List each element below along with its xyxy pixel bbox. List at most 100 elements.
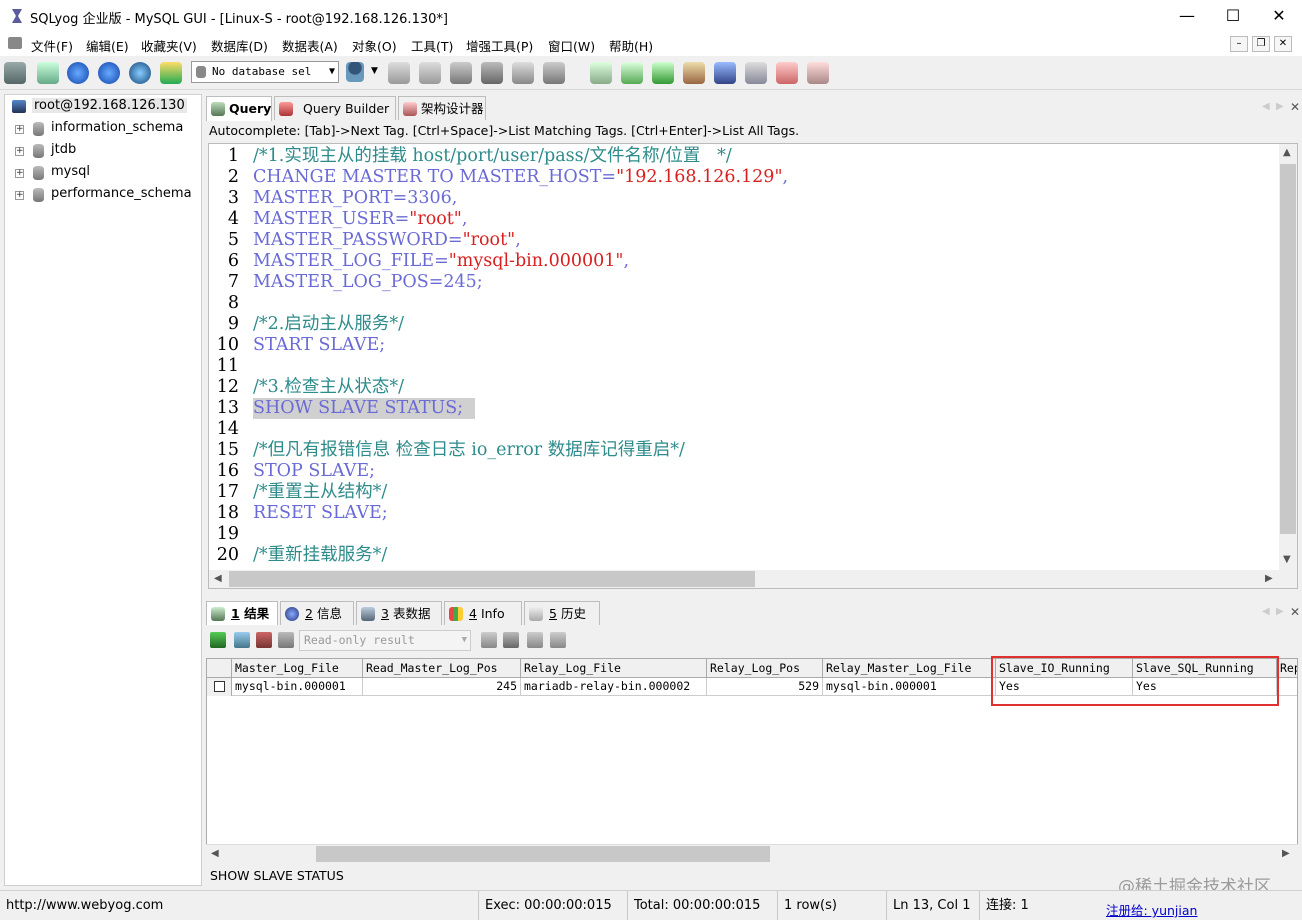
execute-query-icon[interactable]	[67, 62, 89, 84]
table-cell[interactable]: 529	[707, 678, 823, 696]
tree-root-connection[interactable]: root@192.168.126.130	[32, 98, 187, 113]
schema-icon[interactable]	[160, 62, 182, 84]
tab-query-builder[interactable]: Query Builder	[274, 96, 396, 120]
tab-info[interactable]: 4 Info	[444, 601, 522, 625]
database-select[interactable]: No database sel ▼	[191, 61, 339, 83]
mdi-minimize-button[interactable]: –	[1230, 36, 1248, 52]
designer-icon[interactable]	[807, 62, 829, 84]
table-cell[interactable]: 245	[363, 678, 521, 696]
result-mode-select[interactable]: Read-only result ▼	[299, 630, 471, 651]
tree-db-performance-schema[interactable]: performance_schema	[51, 186, 192, 201]
tab-schema-designer[interactable]: 架构设计器	[398, 96, 486, 120]
registered-to-link[interactable]: 注册给: yunjian	[1106, 900, 1197, 919]
delete-row-icon[interactable]	[527, 632, 543, 648]
menu-database[interactable]: 数据库(D)	[211, 36, 268, 55]
tab-scroll-right-icon[interactable]: ▶	[1276, 101, 1284, 112]
backup-icon[interactable]	[450, 62, 472, 84]
tree-db-information-schema[interactable]: information_schema	[51, 120, 183, 135]
scroll-up-icon[interactable]: ▲	[1283, 147, 1291, 158]
column-header[interactable]: Rep	[1277, 659, 1297, 678]
tree-db-jtdb[interactable]: jtdb	[51, 142, 76, 157]
maximize-button[interactable]: ☐	[1210, 0, 1256, 32]
copy-result-icon[interactable]	[234, 632, 250, 648]
table-cell[interactable]: mysql-bin.000001	[232, 678, 363, 696]
scroll-down-icon[interactable]: ▼	[1283, 554, 1291, 565]
tab-scroll-left-icon[interactable]: ◀	[1262, 101, 1270, 112]
scheduler-icon[interactable]	[714, 62, 736, 84]
menu-window[interactable]: 窗口(W)	[548, 36, 595, 55]
table-icon[interactable]	[481, 62, 503, 84]
notification-icon[interactable]	[745, 62, 767, 84]
excel-export-icon[interactable]	[256, 632, 272, 648]
column-header[interactable]: Relay_Log_Pos	[707, 659, 823, 678]
menu-power-tools[interactable]: 增强工具(P)	[466, 36, 533, 55]
menu-file[interactable]: 文件(F)	[31, 36, 73, 55]
tab-messages[interactable]: 2 信息	[280, 601, 354, 625]
export-result-icon[interactable]	[210, 632, 226, 648]
db-sync-icon[interactable]	[621, 62, 643, 84]
grid-icon[interactable]	[512, 62, 534, 84]
pane-splitter[interactable]	[204, 591, 1300, 599]
column-header[interactable]: Master_Log_File	[232, 659, 363, 678]
tab-close-icon[interactable]: ✕	[1290, 100, 1300, 114]
scroll-thumb[interactable]	[229, 571, 755, 587]
user-manager-icon[interactable]	[346, 62, 364, 82]
scroll-thumb[interactable]	[1280, 164, 1296, 534]
table-cell[interactable]: mysql-bin.000001	[823, 678, 996, 696]
scroll-right-icon[interactable]: ▶	[1265, 573, 1273, 584]
scroll-left-icon[interactable]: ◀	[214, 573, 222, 584]
tab-table-data[interactable]: 3 表数据	[356, 601, 442, 625]
close-button[interactable]: ✕	[1256, 0, 1302, 32]
mdi-restore-button[interactable]: ❐	[1252, 36, 1270, 52]
sql-editor[interactable]: 1 /*1.实现主从的挂载 host/port/user/pass/文件名称/位置…	[208, 143, 1298, 589]
tab-history[interactable]: 5 历史	[524, 601, 600, 625]
create-db-icon[interactable]	[388, 62, 410, 84]
tab-scroll-left-icon[interactable]: ◀	[1262, 606, 1270, 617]
tab-result[interactable]: 1 结果	[206, 601, 278, 625]
report-icon[interactable]	[776, 62, 798, 84]
table-cell[interactable]	[1277, 678, 1297, 696]
new-query-icon[interactable]	[37, 62, 59, 84]
expand-icon[interactable]: +	[15, 169, 24, 178]
tree-db-mysql[interactable]: mysql	[51, 164, 90, 179]
refresh-icon[interactable]	[129, 62, 151, 84]
minimize-button[interactable]: —	[1164, 0, 1210, 32]
new-connection-icon[interactable]	[4, 62, 26, 84]
cancel-changes-icon[interactable]	[550, 632, 566, 648]
mdi-close-button[interactable]: ✕	[1274, 36, 1292, 52]
doc-icon[interactable]	[8, 37, 22, 49]
export-icon[interactable]	[543, 62, 565, 84]
column-header[interactable]: Relay_Master_Log_File	[823, 659, 996, 678]
editor-horizontal-scrollbar[interactable]: ◀ ▶	[209, 570, 1297, 588]
editor-vertical-scrollbar[interactable]: ▲ ▼	[1279, 144, 1297, 572]
copy-db-icon[interactable]	[652, 62, 674, 84]
sync-icon[interactable]	[590, 62, 612, 84]
expand-icon[interactable]: +	[15, 191, 24, 200]
row-selector[interactable]	[207, 678, 232, 696]
tab-query[interactable]: Query	[206, 96, 272, 121]
row-checkbox[interactable]	[214, 681, 225, 692]
filter-icon[interactable]	[278, 632, 294, 648]
menu-edit[interactable]: 编辑(E)	[86, 36, 129, 55]
tab-close-icon[interactable]: ✕	[1290, 605, 1300, 619]
menu-object[interactable]: 对象(O)	[352, 36, 397, 55]
tab-scroll-right-icon[interactable]: ▶	[1276, 606, 1284, 617]
alter-db-icon[interactable]	[419, 62, 441, 84]
table-cell[interactable]: mariadb-relay-bin.000002	[521, 678, 707, 696]
column-header[interactable]: Relay_Log_File	[521, 659, 707, 678]
column-header[interactable]: Read_Master_Log_Pos	[363, 659, 521, 678]
menu-table[interactable]: 数据表(A)	[282, 36, 338, 55]
scroll-right-icon[interactable]: ▶	[1282, 848, 1290, 859]
menu-help[interactable]: 帮助(H)	[609, 36, 653, 55]
scroll-thumb[interactable]	[316, 846, 770, 862]
expand-icon[interactable]: +	[15, 125, 24, 134]
scroll-left-icon[interactable]: ◀	[211, 848, 219, 859]
menu-tools[interactable]: 工具(T)	[411, 36, 453, 55]
user-dropdown-icon[interactable]: ▼	[371, 66, 378, 76]
save-icon[interactable]	[503, 632, 519, 648]
menu-favorites[interactable]: 收藏夹(V)	[141, 36, 197, 55]
insert-row-icon[interactable]	[481, 632, 497, 648]
expand-icon[interactable]: +	[15, 147, 24, 156]
import-icon[interactable]	[683, 62, 705, 84]
execute-all-icon[interactable]	[98, 62, 120, 84]
